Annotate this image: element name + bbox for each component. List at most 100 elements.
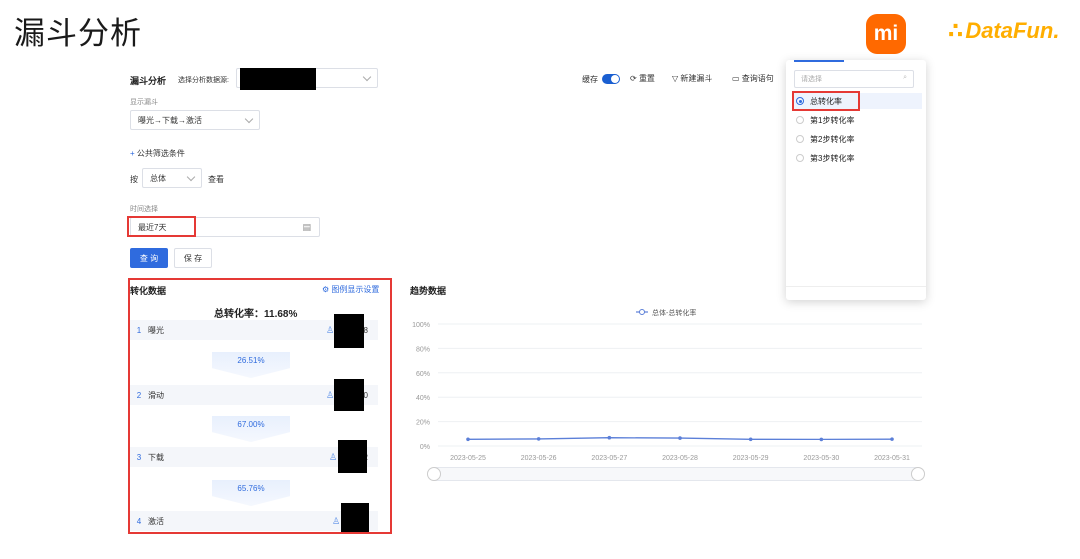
- add-filter-button[interactable]: + 公共筛选条件: [130, 148, 185, 159]
- highlight-frame: [792, 91, 860, 111]
- cache-toggle[interactable]: [602, 74, 620, 84]
- monitor-icon: ▭: [732, 74, 740, 83]
- datafun-logo: ∴DataFun.: [948, 18, 1059, 44]
- query-sql-button[interactable]: ▭ 查询语句: [732, 73, 774, 84]
- user-icon: ♙: [326, 324, 335, 335]
- query-button[interactable]: 查 询: [130, 248, 168, 268]
- group-prefix: 按: [130, 175, 138, 184]
- dropdown-search-placeholder: 请选择: [801, 76, 822, 83]
- reset-button[interactable]: ⟳ 重置: [630, 73, 655, 84]
- dropdown-active-bar: [794, 60, 844, 62]
- legend-label: 总体-总转化率: [652, 308, 696, 317]
- slide: 漏斗分析 mi ∴DataFun. 漏斗分析 选择分析数据源: 缓存 ⟳ 重置 …: [0, 0, 1080, 559]
- chevron-down-icon: [186, 172, 196, 182]
- new-funnel-label: 新建漏斗: [680, 74, 713, 83]
- user-icon: ♙: [329, 451, 338, 462]
- chevron-down-icon: [244, 114, 254, 124]
- page-title: 漏斗分析: [130, 76, 167, 86]
- step-number: 1: [136, 325, 142, 335]
- dropdown-option-step1[interactable]: 第1步转化率: [794, 112, 922, 128]
- data-point: [890, 437, 894, 441]
- step-number: 3: [136, 452, 142, 462]
- funnel-icon: ▽: [672, 74, 679, 83]
- option-label: 第3步转化率: [810, 153, 855, 163]
- legend-marker: [639, 309, 645, 315]
- legend-settings-link[interactable]: ⚙ 图例显示设置: [322, 284, 379, 295]
- step-name: 曝光: [148, 325, 164, 335]
- reset-label: 重置: [638, 74, 655, 83]
- x-tick-label: 2023-05-30: [803, 455, 839, 462]
- group-suffix: 查看: [208, 175, 224, 184]
- y-tick-label: 20%: [416, 420, 430, 427]
- data-point: [819, 437, 824, 442]
- total-rate: 总转化率：11.68%: [214, 309, 298, 320]
- data-point: [607, 435, 612, 440]
- group-select-value: 总体: [150, 173, 166, 183]
- funnel-select[interactable]: 曝光→下载→激活: [130, 110, 260, 130]
- user-icon: ♙: [332, 515, 341, 526]
- x-tick-label: 2023-05-31: [874, 455, 910, 462]
- dropdown-option-step2[interactable]: 第2步转化率: [794, 131, 922, 147]
- x-tick-label: 2023-05-26: [521, 455, 557, 462]
- funnel-select-value: 曝光→下载→激活: [138, 115, 202, 125]
- datasource-label: 选择分析数据源:: [178, 77, 229, 84]
- data-point: [466, 437, 470, 442]
- dropdown-divider: [786, 286, 926, 287]
- save-button[interactable]: 保 存: [174, 248, 212, 268]
- query-sql-label: 查询语句: [741, 74, 774, 83]
- funnel-app: 漏斗分析 选择分析数据源: 缓存 ⟳ 重置 ▽ 新建漏斗 ▭ 查询语句 显示漏斗…: [120, 60, 936, 534]
- cache-label: 缓存: [582, 75, 598, 84]
- slider-handle-right[interactable]: [911, 467, 925, 481]
- x-tick-label: 2023-05-28: [662, 455, 698, 462]
- new-funnel-button[interactable]: ▽ 新建漏斗: [672, 73, 712, 84]
- step-name: 激活: [148, 516, 164, 526]
- plus-icon: +: [130, 149, 135, 158]
- dropdown-option-step3[interactable]: 第3步转化率: [794, 150, 922, 166]
- slider-handle-left[interactable]: [427, 467, 441, 481]
- trend-chart: 总体-总转化率 100% 80% 60% 40% 20% 0% 2023-05-25 2023-…: [412, 308, 922, 462]
- datafun-logo-text: DataFun.: [965, 18, 1060, 43]
- data-point: [536, 437, 541, 441]
- dropdown-search-input[interactable]: 请选择 ⌕: [794, 70, 914, 88]
- data-point: [748, 437, 753, 442]
- trend-title: 趋势数据: [410, 286, 447, 296]
- funnel-label: 显示漏斗: [130, 99, 158, 106]
- x-tick-label: 2023-05-27: [591, 455, 627, 462]
- date-range-slider[interactable]: [427, 467, 925, 481]
- x-tick-label: 2023-05-29: [733, 455, 769, 462]
- redaction-block: [338, 440, 367, 473]
- legend-settings-label: 图例显示设置: [331, 285, 380, 294]
- group-select[interactable]: 总体: [142, 168, 202, 188]
- datafun-dots-icon: ∴: [948, 18, 964, 43]
- y-tick-label: 60%: [416, 371, 430, 378]
- redaction-block: [240, 68, 316, 90]
- step-number: 2: [136, 390, 142, 400]
- radio-icon: [796, 116, 804, 124]
- rate-dropdown: 请选择 ⌕ 总转化率 第1步转化率 第2步转化率 第3步转化率: [786, 60, 926, 300]
- y-tick-label: 0%: [420, 444, 430, 451]
- y-tick-label: 40%: [416, 395, 430, 402]
- gear-icon: ⚙: [322, 285, 330, 294]
- redaction-block: [334, 379, 364, 411]
- conversion-title: 转化数据: [130, 286, 167, 296]
- radio-icon: [796, 135, 804, 143]
- refresh-icon: ⟳: [630, 74, 637, 83]
- redaction-block: [334, 314, 364, 348]
- user-icon: ♙: [326, 389, 335, 400]
- add-filter-label: 公共筛选条件: [136, 149, 185, 158]
- step-name: 下载: [148, 452, 164, 462]
- search-icon: ⌕: [903, 74, 907, 81]
- chevron-down-icon: [362, 72, 372, 82]
- highlight-frame: [127, 216, 196, 237]
- option-label: 第1步转化率: [810, 115, 855, 125]
- slide-title: 漏斗分析: [14, 16, 142, 51]
- calendar-icon: ▤: [302, 222, 311, 232]
- data-point: [678, 436, 682, 440]
- step-number: 4: [136, 516, 142, 526]
- redaction-block: [341, 503, 369, 532]
- time-label: 时间选择: [130, 206, 158, 213]
- y-tick-label: 100%: [412, 322, 430, 329]
- x-tick-label: 2023-05-25: [450, 455, 486, 462]
- y-tick-label: 80%: [416, 346, 430, 353]
- step-name: 滑动: [148, 390, 164, 400]
